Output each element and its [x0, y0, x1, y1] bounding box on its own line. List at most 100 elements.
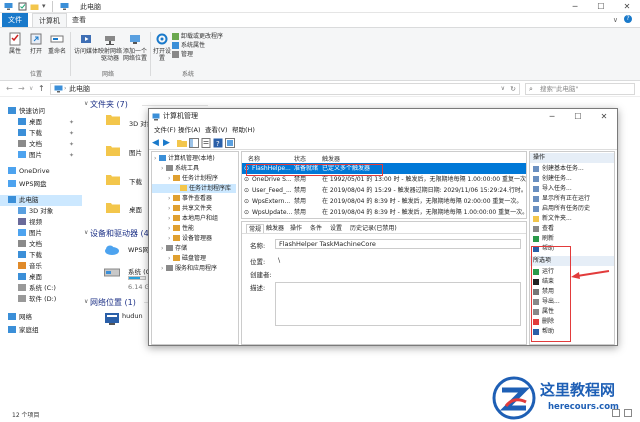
nav-item[interactable]: 文档 ✦	[0, 139, 82, 150]
qa-dropdown-icon[interactable]: ▾	[42, 2, 51, 11]
pin-icon[interactable]: ✦	[69, 150, 74, 161]
properties-icon[interactable]	[201, 138, 211, 148]
tree-item[interactable]: › 设备管理器	[152, 234, 212, 243]
nav-item[interactable]: 下载	[0, 250, 82, 261]
help-icon[interactable]: ?	[624, 15, 632, 23]
maximize-button[interactable]: ☐	[565, 109, 591, 124]
access-media-button[interactable]: 访问媒体	[74, 32, 98, 55]
nav-item[interactable]: 3D 对象	[0, 206, 82, 217]
ribbon-collapse-icon[interactable]: ∨	[613, 16, 618, 24]
recent-dropdown-icon[interactable]: ∨	[29, 85, 33, 92]
maximize-button[interactable]: ☐	[588, 0, 614, 13]
nav-item[interactable]: 图片 ✦	[0, 150, 82, 161]
rename-button[interactable]: 重命名	[46, 32, 68, 55]
tree-item[interactable]: 任务计划程序库	[152, 184, 236, 193]
folder-label[interactable]: 图片	[129, 147, 142, 157]
minimize-button[interactable]: ─	[539, 109, 565, 124]
nav-item[interactable]: 快速访问	[0, 106, 82, 117]
chevron-down-icon[interactable]: ∨	[84, 298, 88, 305]
action-item[interactable]: 创建基本任务...	[530, 164, 610, 174]
nav-item[interactable]: 桌面	[0, 272, 82, 283]
tree-item[interactable]: › 事件查看器	[152, 194, 212, 203]
folder-label[interactable]: 下载	[129, 176, 142, 186]
action-item[interactable]: 刷新	[530, 234, 610, 244]
folder-item[interactable]	[106, 114, 120, 125]
nav-item[interactable]: OneDrive	[0, 166, 82, 177]
detail-tab[interactable]: 操作	[290, 224, 302, 233]
menu-view[interactable]: 查看(V)	[205, 124, 228, 136]
col-status-header[interactable]: 状态	[294, 154, 306, 163]
system-properties-button[interactable]: 系统属性	[172, 41, 242, 50]
uninstall-button[interactable]: 卸载或更改程序	[172, 32, 242, 41]
section-devices-title[interactable]: 设备和驱动器 (4)	[90, 228, 152, 239]
device-item[interactable]	[104, 244, 120, 256]
table-row[interactable]: ⊙ User_Feed_... 禁用 在 2019/08/04 的 15:29 - 触…	[242, 185, 526, 196]
tree-item[interactable]: › 存储	[152, 244, 187, 253]
folder-label[interactable]: 桌面	[129, 204, 142, 214]
folder-item[interactable]	[106, 202, 120, 213]
nav-item[interactable]: 桌面 ✦	[0, 117, 82, 128]
close-button[interactable]: ✕	[591, 109, 617, 124]
address-field[interactable]: › 此电脑 ∨ ↻	[50, 83, 520, 95]
section-folders-title[interactable]: 文件夹 (7)	[90, 99, 128, 110]
new-folder-qa-icon[interactable]	[30, 2, 39, 11]
back-arrow-icon[interactable]: ◀	[152, 138, 162, 148]
nav-item[interactable]: 文档	[0, 239, 82, 250]
map-drive-button[interactable]: 映射网络驱动器	[98, 32, 122, 62]
action-item[interactable]: 启用所有任务历史	[530, 204, 610, 214]
action-item[interactable]: 查看	[530, 224, 610, 234]
minimize-button[interactable]: ─	[562, 0, 588, 13]
detail-tab[interactable]: 常规	[246, 224, 265, 233]
detail-tab[interactable]: 设置	[330, 224, 342, 233]
table-row[interactable]: ⊙ WpsUpdate... 禁用 在 2019/08/04 的 8:39 时 - 触…	[242, 207, 526, 218]
properties-button[interactable]: 属性	[6, 32, 24, 55]
chevron-down-icon[interactable]: ∨	[84, 229, 88, 236]
menu-file[interactable]: 文件(F)	[154, 124, 176, 136]
tab-computer[interactable]: 计算机	[32, 13, 67, 27]
action-item[interactable]: 导入任务...	[530, 184, 610, 194]
tree-item[interactable]: › 本地用户和组	[152, 214, 218, 223]
tree-item[interactable]: › 性能	[152, 224, 194, 233]
action-item[interactable]: 创建任务...	[530, 174, 610, 184]
device-label[interactable]: WPS网	[128, 244, 149, 254]
folder-item[interactable]	[106, 174, 120, 185]
device-label[interactable]: 系统 (C	[128, 266, 150, 276]
menu-action[interactable]: 操作(A)	[178, 124, 201, 136]
open-settings-button[interactable]: 打开设置	[153, 32, 171, 62]
tree-item[interactable]: › 计算机管理(本地)	[152, 154, 215, 163]
detail-tab[interactable]: 触发器	[266, 224, 284, 233]
nav-item[interactable]: 音乐	[0, 261, 82, 272]
tab-view[interactable]: 查看	[66, 13, 92, 27]
forward-arrow-icon[interactable]: →	[18, 84, 25, 93]
pin-icon[interactable]: ✦	[69, 117, 74, 128]
col-name-header[interactable]: 名称	[248, 154, 260, 163]
tab-file[interactable]: 文件	[2, 13, 28, 27]
nav-item[interactable]: 下载 ✦	[0, 128, 82, 139]
folder-up-icon[interactable]	[177, 138, 187, 148]
nav-item[interactable]: 视频	[0, 217, 82, 228]
section-netloc-title[interactable]: 网络位置 (1)	[90, 297, 136, 308]
nav-item[interactable]: 软件 (D:)	[0, 294, 82, 305]
nav-item[interactable]: 系统 (C:)	[0, 283, 82, 294]
manage-button[interactable]: 管理	[172, 50, 242, 59]
close-button[interactable]: ✕	[614, 0, 640, 13]
table-row[interactable]: ⊙ WpsExtern... 禁用 在 2019/08/04 的 8:39 时 - 触…	[242, 196, 526, 207]
detail-tab[interactable]: 历史记录(已禁用)	[350, 224, 397, 233]
nav-item[interactable]: 家庭组	[0, 325, 82, 336]
tree-item[interactable]: › 共享文件夹	[152, 204, 212, 213]
col-trigger-header[interactable]: 触发器	[322, 154, 340, 163]
pin-icon[interactable]: ✦	[69, 139, 74, 150]
name-field[interactable]: FlashHelper TaskMachineCore	[275, 239, 521, 249]
description-field[interactable]	[275, 282, 521, 326]
tree-item[interactable]: › 磁盘管理	[152, 254, 206, 263]
action-item[interactable]: 显示所有正在运行	[530, 194, 610, 204]
chevron-down-icon[interactable]: ∨	[501, 84, 505, 94]
tree-item[interactable]: › 服务和应用程序	[152, 264, 217, 273]
pin-icon[interactable]: ✦	[69, 128, 74, 139]
tree-item[interactable]: › 任务计划程序	[152, 174, 218, 183]
nav-item[interactable]: 图片	[0, 228, 82, 239]
open-button[interactable]: 打开	[28, 32, 44, 55]
view-icon[interactable]	[225, 138, 235, 148]
back-arrow-icon[interactable]: ←	[6, 84, 13, 93]
nav-item[interactable]: 此电脑	[0, 195, 82, 206]
